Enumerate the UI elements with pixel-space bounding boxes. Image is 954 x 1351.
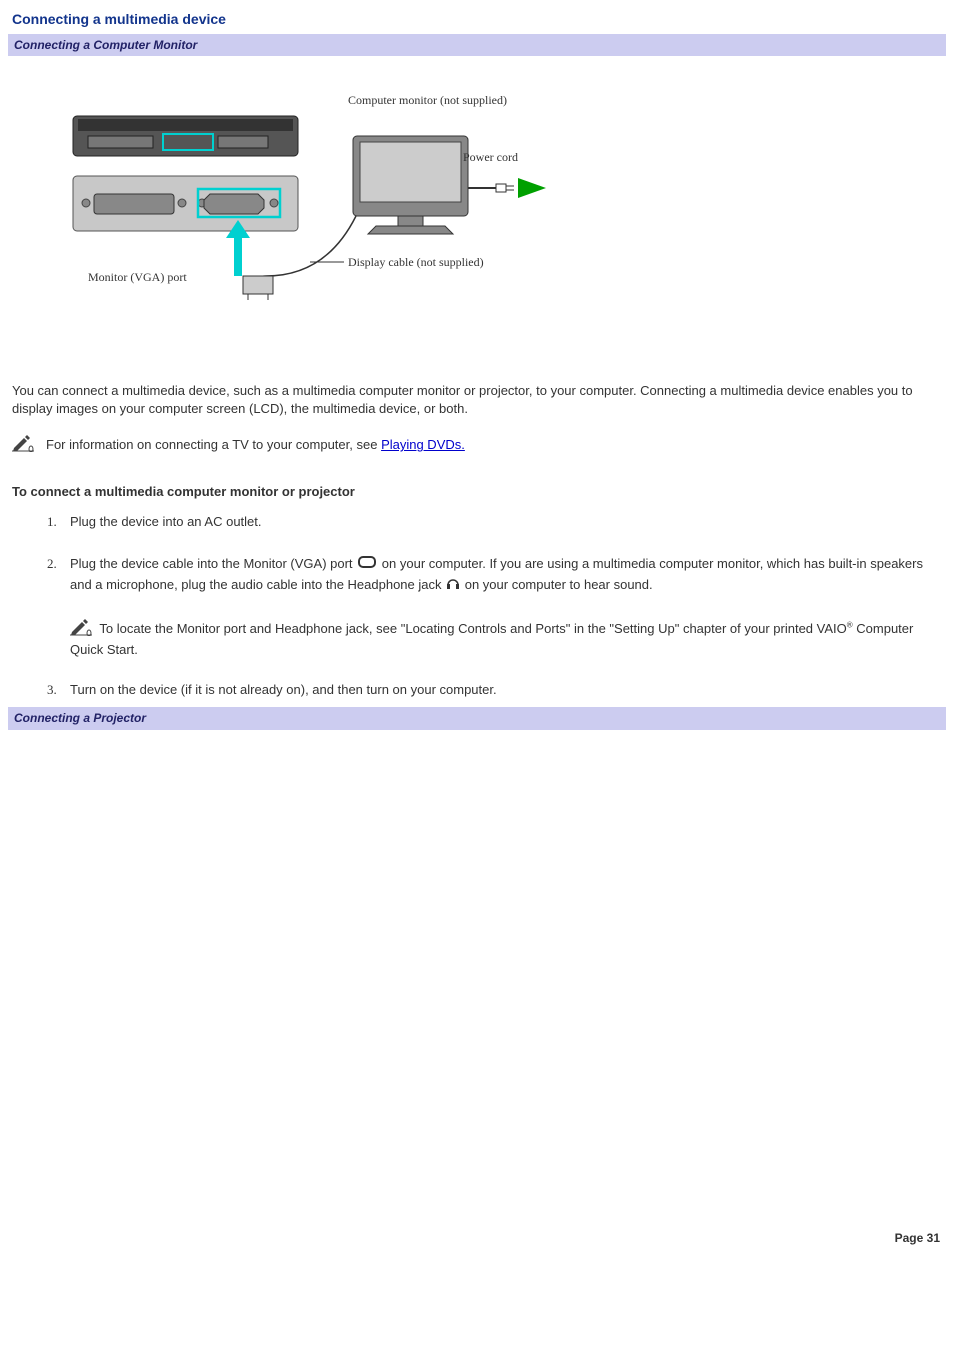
step-2: Plug the device cable into the Monitor (… xyxy=(60,554,942,660)
note-dvd: For information on connecting a TV to yo… xyxy=(12,434,942,457)
note-pencil-icon xyxy=(12,434,36,457)
step-1: Plug the device into an AC outlet. xyxy=(60,513,942,531)
vga-port-icon xyxy=(356,554,378,575)
diagram-label-power: Power cord xyxy=(463,150,518,164)
note-text: For information on connecting a TV to yo… xyxy=(46,437,381,452)
diagram-label-display-cable: Display cable (not supplied) xyxy=(348,255,484,269)
note-pencil-icon xyxy=(70,618,94,641)
diagram-label-vga: Monitor (VGA) port xyxy=(88,270,187,284)
playing-dvds-link[interactable]: Playing DVDs. xyxy=(381,437,465,452)
page-number: Page 31 xyxy=(8,1230,940,1247)
intro-paragraph: You can connect a multimedia device, suc… xyxy=(12,382,942,418)
diagram-label-monitor: Computer monitor (not supplied) xyxy=(348,93,507,107)
page-title: Connecting a multimedia device xyxy=(12,10,946,30)
connection-diagram: Computer monitor (not supplied) Power co… xyxy=(48,86,946,321)
section-header-projector: Connecting a Projector xyxy=(8,707,946,730)
steps-list: Plug the device into an AC outlet. Plug … xyxy=(12,513,942,699)
headphone-jack-icon xyxy=(445,575,461,596)
section-header-monitor: Connecting a Computer Monitor xyxy=(8,34,946,57)
subheading-connect: To connect a multimedia computer monitor… xyxy=(12,483,942,501)
step-3: Turn on the device (if it is not already… xyxy=(60,681,942,699)
